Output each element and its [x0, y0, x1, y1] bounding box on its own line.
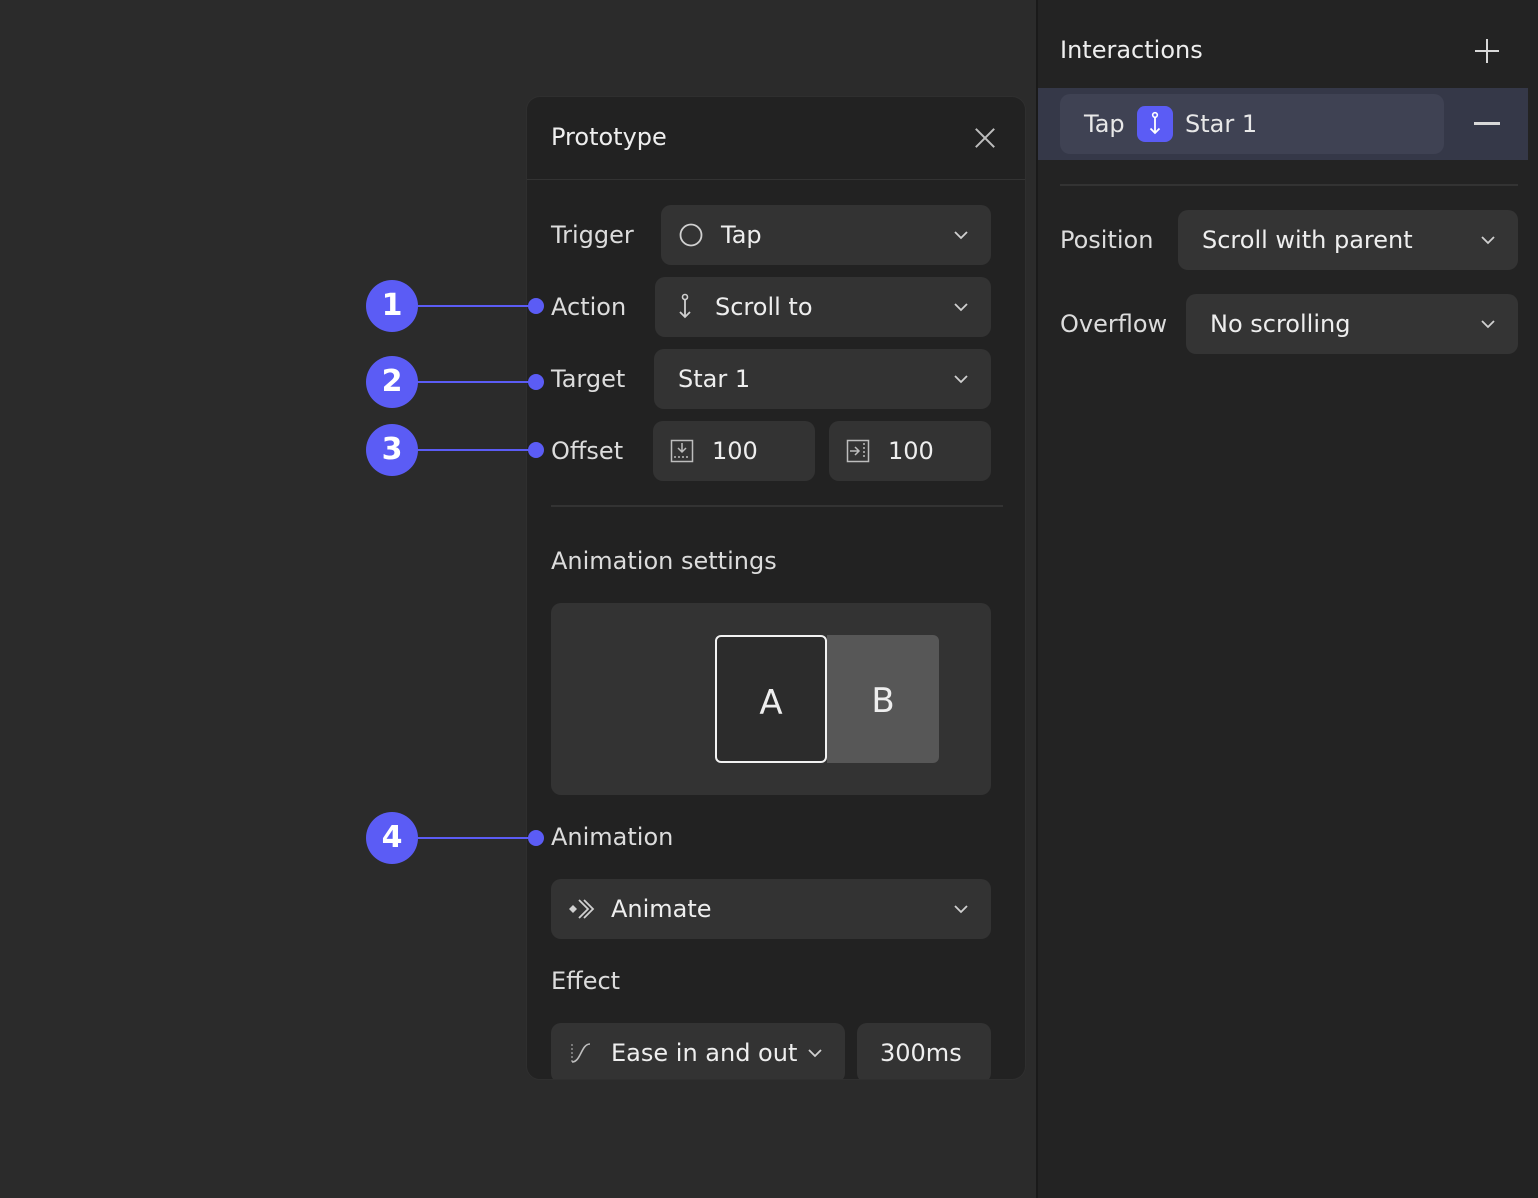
chevron-down-icon — [1480, 316, 1496, 336]
ease-curve-icon — [569, 1041, 593, 1069]
callout-2: 2 — [366, 356, 552, 408]
overflow-value: No scrolling — [1210, 310, 1351, 338]
animation-settings-heading: Animation settings — [551, 547, 777, 575]
interactions-title: Interactions — [1060, 36, 1203, 64]
panel-title: Prototype — [551, 123, 667, 151]
circle-icon — [679, 223, 703, 251]
offset-label: Offset — [551, 437, 624, 465]
easing-value: Ease in and out — [611, 1039, 798, 1067]
chevron-down-icon — [953, 227, 969, 247]
callout-3: 3 — [366, 424, 552, 476]
callout-4: 4 — [366, 812, 552, 864]
scroll-to-icon — [1137, 106, 1173, 142]
duration-input[interactable]: 300ms — [857, 1023, 991, 1079]
callout-dot — [528, 374, 544, 390]
callout-1: 1 — [366, 280, 552, 332]
offset-y-input[interactable]: 100 — [829, 421, 991, 481]
chevron-down-icon — [1480, 232, 1496, 252]
preview-frame-b: B — [827, 635, 939, 763]
callout-dot — [528, 830, 544, 846]
animation-select[interactable]: Animate — [551, 879, 991, 939]
action-select[interactable]: Scroll to — [655, 277, 991, 337]
offset-y-value: 100 — [888, 437, 934, 465]
target-select[interactable]: Star 1 — [654, 349, 991, 409]
trigger-label: Trigger — [551, 221, 634, 249]
preview-label-a: A — [759, 683, 783, 723]
callout-line — [416, 381, 538, 383]
callout-number: 2 — [366, 356, 418, 408]
interaction-trigger: Tap — [1084, 110, 1125, 138]
callout-line — [416, 305, 538, 307]
chevron-down-icon — [807, 1045, 823, 1065]
easing-select[interactable]: Ease in and out — [551, 1023, 845, 1079]
close-icon[interactable] — [973, 125, 997, 149]
target-value: Star 1 — [678, 365, 751, 393]
interaction-chip[interactable]: Tap Star 1 — [1060, 94, 1444, 154]
chevron-down-icon — [953, 901, 969, 921]
add-interaction-icon[interactable] — [1472, 36, 1502, 66]
callout-line — [416, 837, 538, 839]
callout-dot — [528, 298, 544, 314]
callout-line — [416, 449, 538, 451]
callout-number: 4 — [366, 812, 418, 864]
interaction-row: Tap Star 1 — [1038, 88, 1528, 160]
effect-label: Effect — [551, 967, 621, 995]
scroll-to-icon — [675, 293, 695, 325]
interactions-inspector: Interactions Tap Star 1 Position Scroll … — [1036, 0, 1538, 1198]
chevron-down-icon — [953, 371, 969, 391]
divider — [551, 505, 1003, 507]
divider — [1060, 184, 1518, 186]
position-label: Position — [1060, 226, 1154, 254]
target-label: Target — [551, 365, 626, 393]
chevron-down-icon — [953, 299, 969, 319]
prototype-panel: Prototype Trigger Tap Action Scroll to T… — [526, 96, 1026, 1080]
preview-frame-a: A — [715, 635, 827, 763]
action-label: Action — [551, 293, 627, 321]
animation-label: Animation — [551, 823, 674, 851]
overflow-label: Overflow — [1060, 310, 1168, 338]
action-value: Scroll to — [715, 293, 813, 321]
offset-horizontal-icon — [846, 439, 870, 467]
animation-preview: A B — [551, 603, 991, 795]
callout-number: 3 — [366, 424, 418, 476]
callout-dot — [528, 442, 544, 458]
animate-icon — [567, 897, 595, 925]
interaction-target: Star 1 — [1185, 110, 1258, 138]
offset-x-value: 100 — [712, 437, 758, 465]
callout-number: 1 — [366, 280, 418, 332]
animation-value: Animate — [611, 895, 712, 923]
trigger-select[interactable]: Tap — [661, 205, 991, 265]
remove-interaction-icon[interactable] — [1474, 122, 1500, 125]
offset-vertical-icon — [670, 439, 694, 467]
offset-x-input[interactable]: 100 — [653, 421, 815, 481]
position-select[interactable]: Scroll with parent — [1178, 210, 1518, 270]
preview-label-b: B — [871, 681, 895, 721]
overflow-select[interactable]: No scrolling — [1186, 294, 1518, 354]
divider — [527, 179, 1025, 180]
position-value: Scroll with parent — [1202, 226, 1413, 254]
duration-value: 300ms — [880, 1039, 962, 1067]
trigger-value: Tap — [721, 221, 762, 249]
